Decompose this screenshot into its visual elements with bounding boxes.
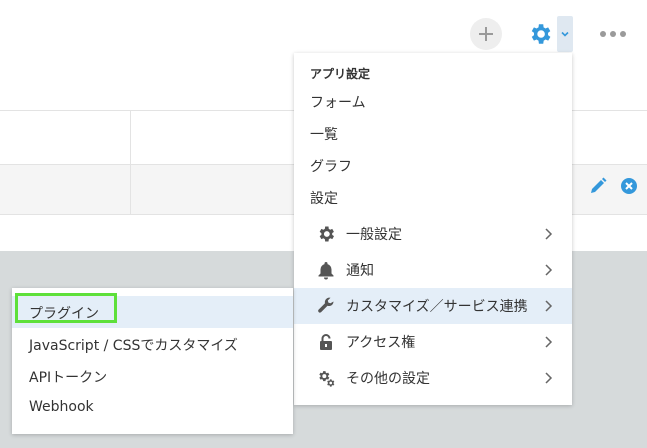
ellipsis-icon	[600, 31, 626, 37]
settings-dropdown-toggle[interactable]	[557, 16, 573, 52]
highlight-box	[15, 293, 117, 323]
menu-item-form[interactable]: フォーム	[310, 93, 366, 113]
menu-item-label: 一般設定	[346, 227, 402, 243]
menu-item-list[interactable]: 一覧	[310, 125, 338, 145]
pencil-icon[interactable]	[588, 176, 608, 196]
submenu-item-label: APIトークン	[29, 370, 108, 386]
plus-icon	[479, 27, 493, 41]
submenu-item-js-css-customize[interactable]: JavaScript / CSSでカスタマイズ	[12, 328, 293, 360]
menu-header: アプリ設定	[310, 67, 371, 81]
submenu-item-label: Webhook	[29, 399, 94, 415]
menu-item-label: カスタマイズ／サービス連携	[346, 299, 528, 315]
menu-item-label: その他の設定	[346, 371, 430, 387]
submenu-item-webhook[interactable]: Webhook	[12, 392, 293, 424]
menu-item-graph[interactable]: グラフ	[310, 157, 352, 177]
add-record-button[interactable]	[470, 18, 502, 50]
chevron-right-icon	[545, 300, 553, 312]
column-divider	[130, 110, 131, 214]
gear-icon	[531, 24, 551, 44]
menu-item-access-permissions[interactable]: アクセス権	[294, 324, 572, 360]
chevron-right-icon	[545, 264, 553, 276]
more-options-button[interactable]	[598, 25, 628, 43]
menu-item-settings[interactable]: 設定	[310, 189, 338, 209]
chevron-right-icon	[545, 228, 553, 240]
menu-item-notifications[interactable]: 通知	[294, 252, 572, 288]
customize-submenu: プラグイン JavaScript / CSSでカスタマイズ APIトークン We…	[12, 288, 293, 434]
menu-item-label: アクセス権	[346, 335, 416, 351]
app-settings-button[interactable]	[524, 18, 556, 50]
gears-icon	[319, 371, 335, 387]
lock-icon	[320, 334, 332, 350]
menu-item-other-settings[interactable]: その他の設定	[294, 360, 572, 396]
bell-icon	[318, 262, 334, 280]
menu-item-label: 通知	[346, 263, 374, 279]
close-circle-icon[interactable]	[620, 177, 638, 195]
menu-item-customize-integration[interactable]: カスタマイズ／サービス連携	[294, 288, 572, 324]
chevron-down-icon	[561, 31, 569, 37]
wrench-icon	[318, 297, 334, 313]
submenu-item-api-token[interactable]: APIトークン	[12, 360, 293, 392]
chevron-right-icon	[545, 336, 553, 348]
menu-item-general-settings[interactable]: 一般設定	[294, 216, 572, 252]
app-settings-menu: アプリ設定 フォーム 一覧 グラフ 設定 一般設定 通知 カスタマイズ／サービス…	[294, 53, 572, 405]
gear-icon	[319, 226, 334, 242]
submenu-item-label: JavaScript / CSSでカスタマイズ	[29, 338, 238, 354]
chevron-right-icon	[545, 372, 553, 384]
